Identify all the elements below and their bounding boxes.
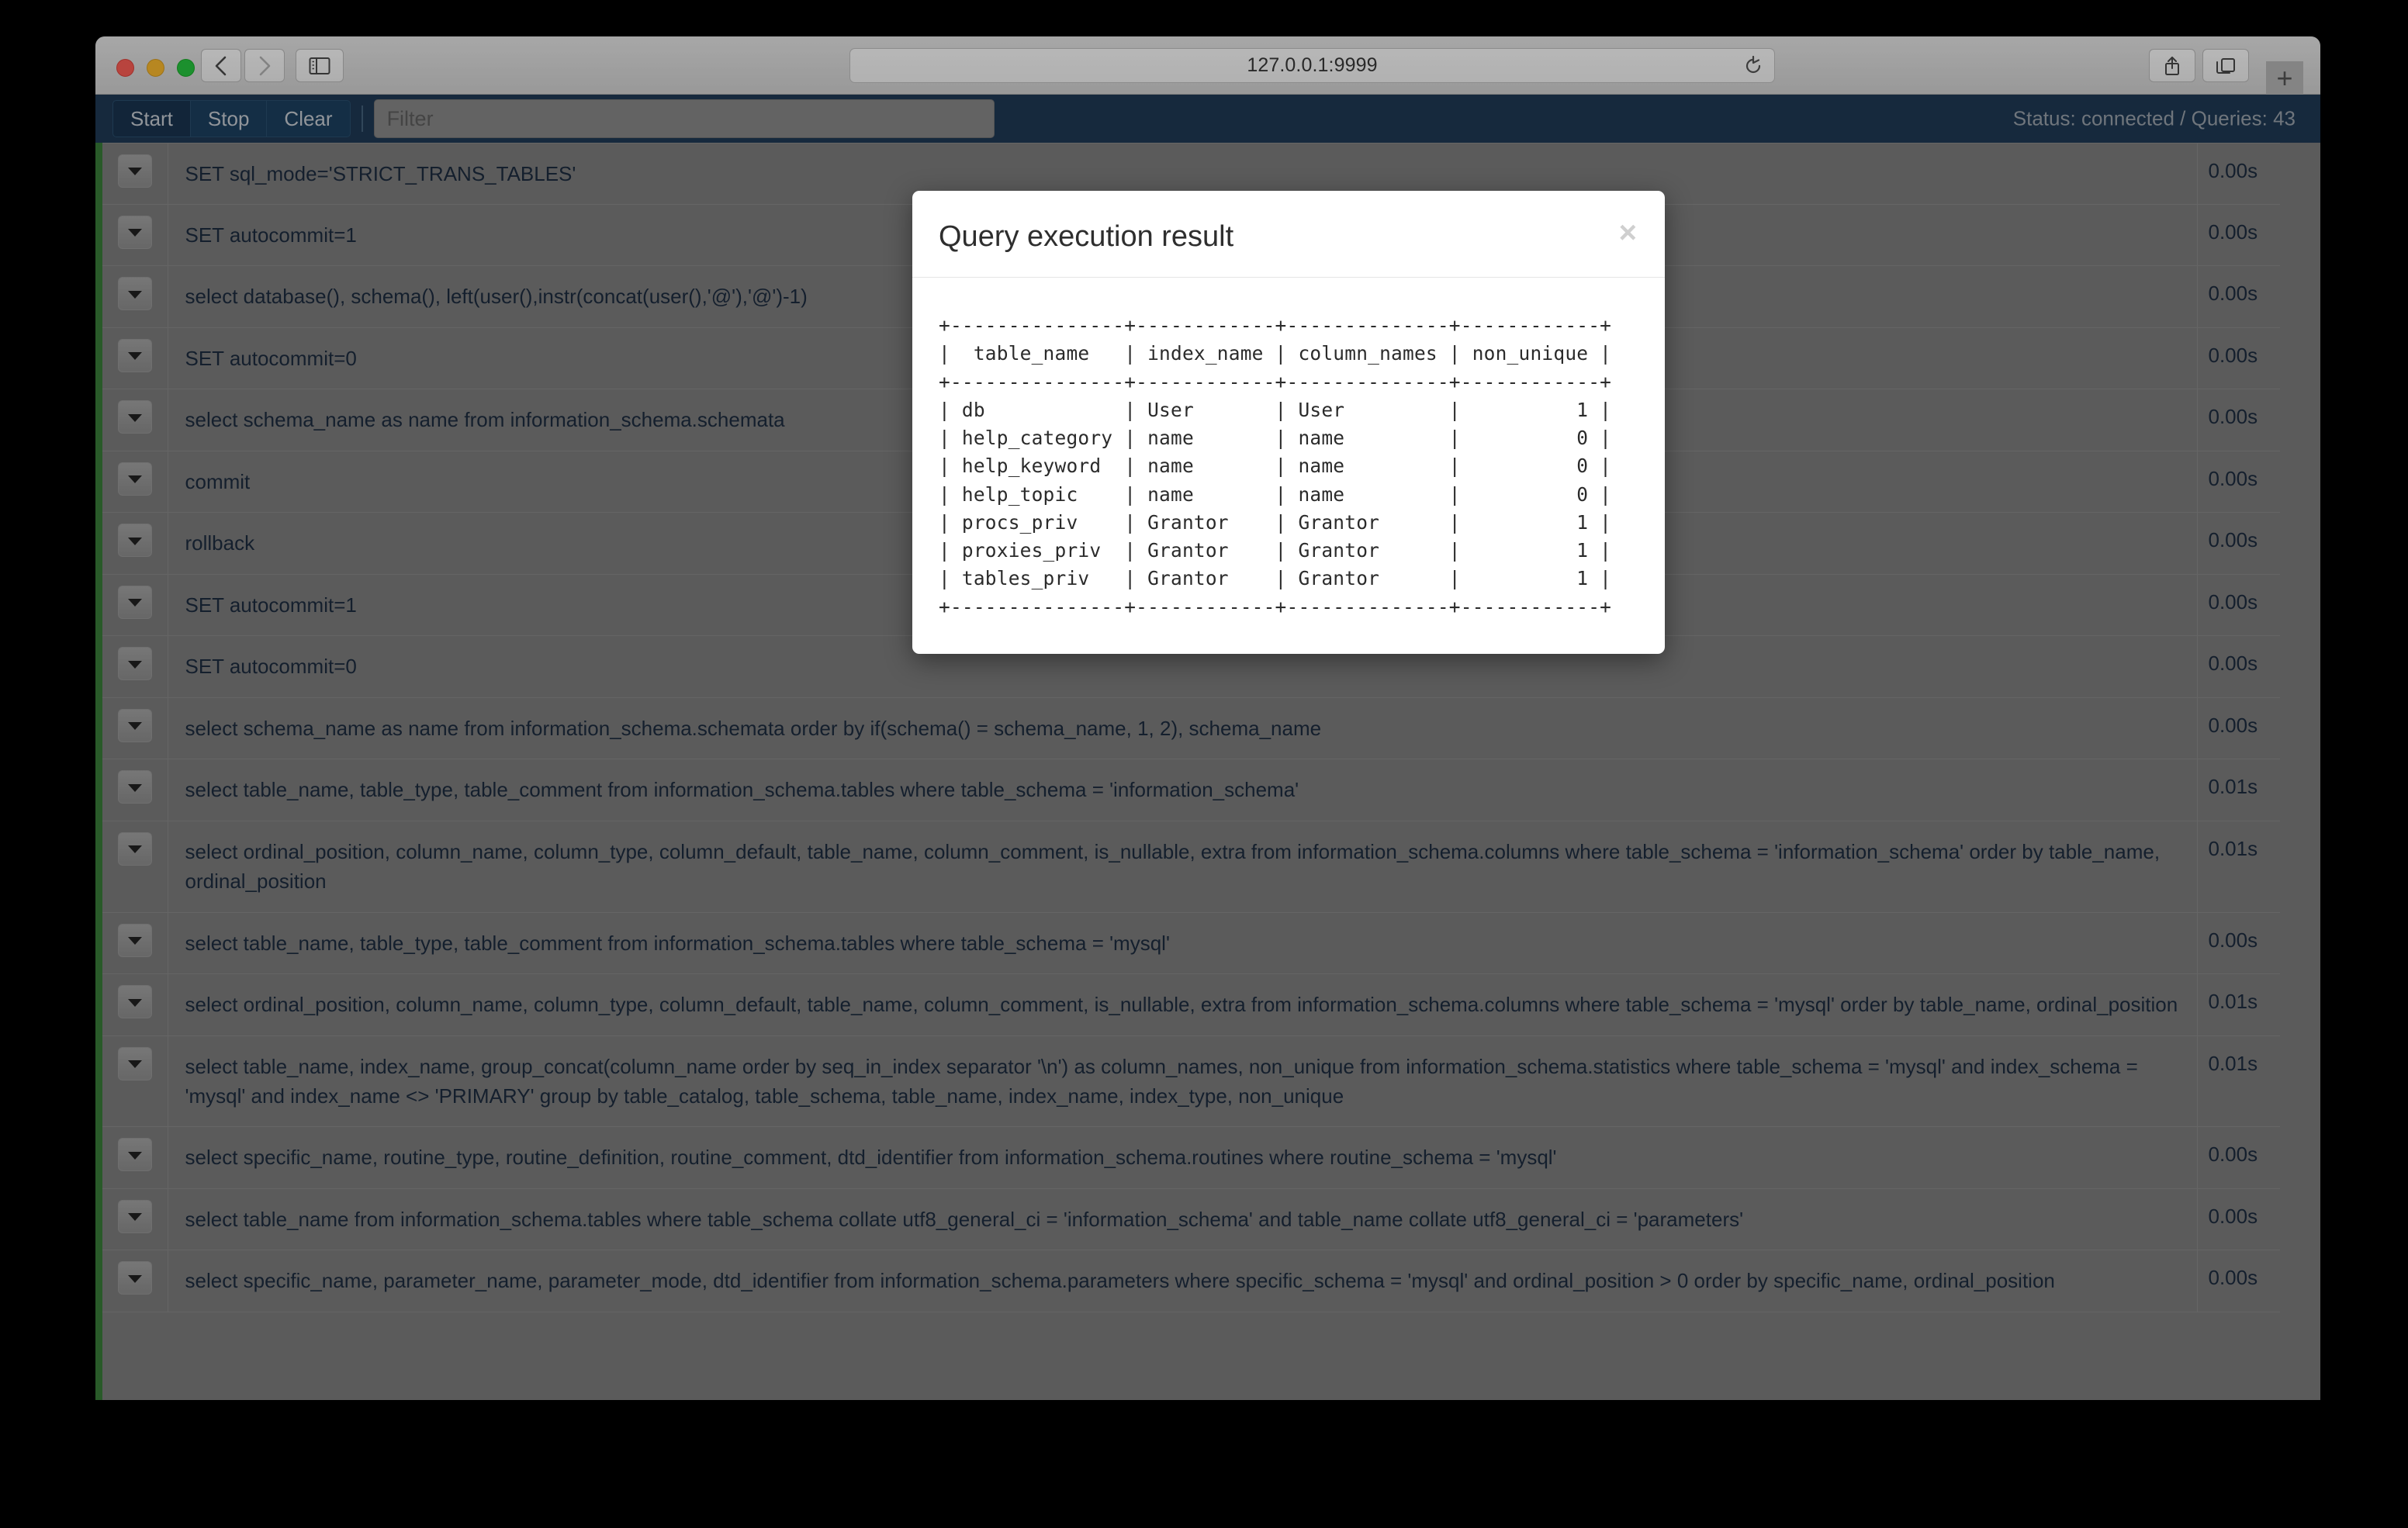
- modal-header: Query execution result ×: [912, 191, 1665, 278]
- close-icon[interactable]: ×: [1619, 217, 1637, 248]
- modal-body: +---------------+------------+----------…: [912, 278, 1665, 654]
- modal-title: Query execution result: [939, 220, 1234, 253]
- query-result-modal: Query execution result × +--------------…: [912, 191, 1665, 654]
- query-result-text: +---------------+------------+----------…: [939, 314, 1612, 618]
- browser-window: 127.0.0.1:9999 + Start Stop Clear Filter…: [95, 36, 2320, 1400]
- modal-backdrop[interactable]: Query execution result × +--------------…: [95, 36, 2320, 1400]
